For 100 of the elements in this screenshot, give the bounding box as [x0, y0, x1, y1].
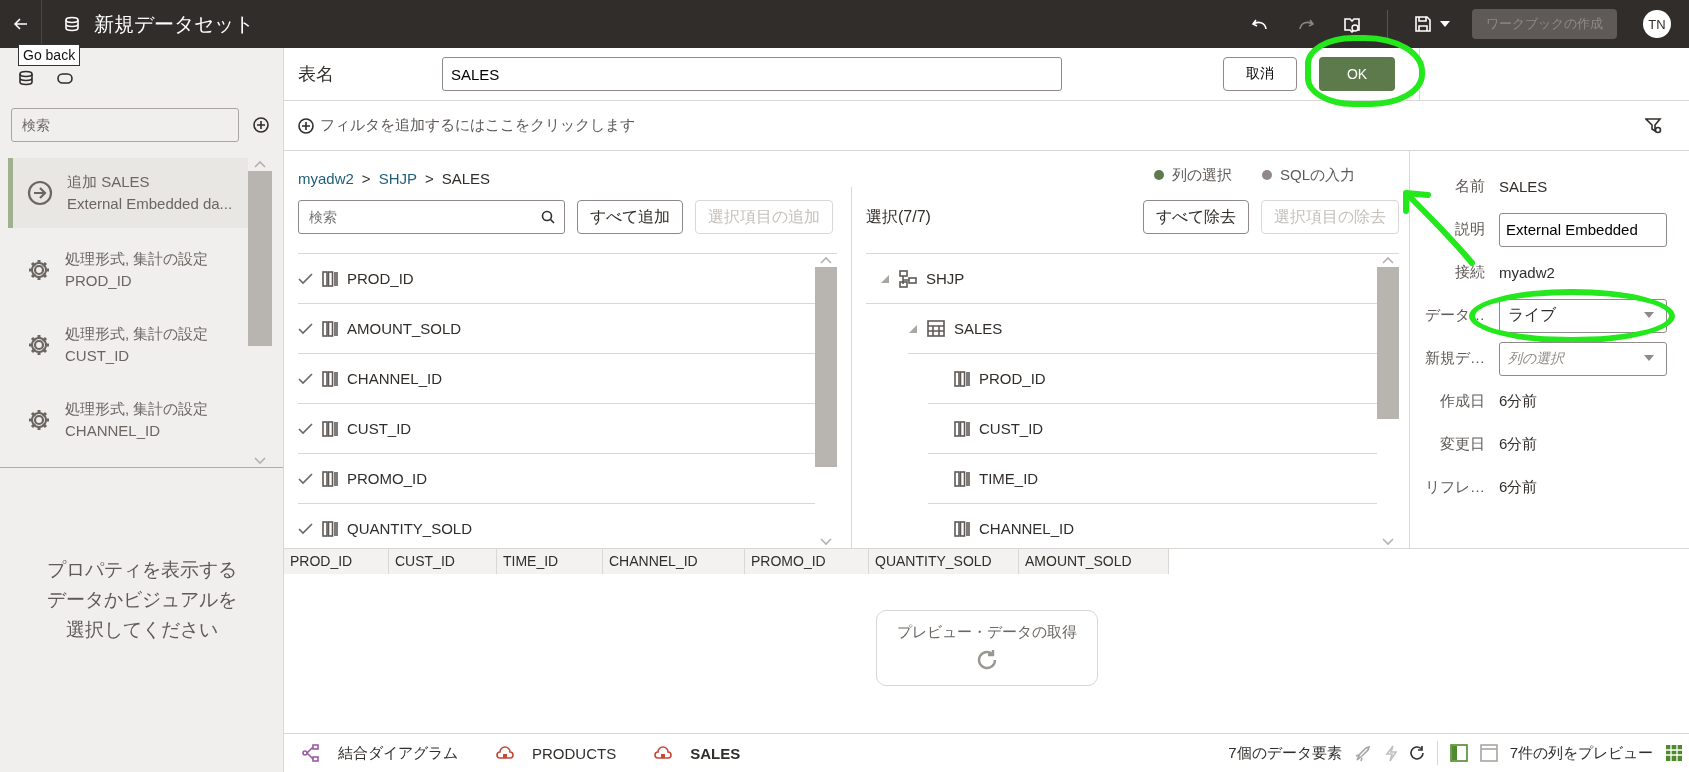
scrollbar-thumb[interactable] [1377, 267, 1399, 419]
refresh-icon[interactable] [1408, 745, 1425, 761]
breadcrumb-separator: > [361, 169, 371, 187]
column-name[interactable]: PROMO_ID [347, 470, 427, 487]
step-item[interactable]: 追加 SALES External Embedded da... [8, 158, 248, 228]
dropdown-field[interactable]: ライブ [1499, 298, 1667, 333]
scrollbar-thumb[interactable] [248, 171, 272, 346]
property-label: 名前 [1454, 177, 1486, 196]
column-icon [954, 520, 970, 537]
rocket-icon[interactable] [1353, 744, 1371, 762]
expand-triangle-icon[interactable] [908, 323, 918, 334]
bottom-tab[interactable]: PRODUCTS [496, 743, 647, 763]
schema-icon [899, 269, 917, 288]
field-label: 表名 [298, 63, 335, 86]
dropdown-field[interactable]: 列の選択 [1499, 341, 1667, 376]
user-avatar[interactable]: TN [1643, 10, 1671, 38]
table-name-field[interactable]: SALES [442, 57, 1062, 91]
checkmark-icon[interactable] [298, 322, 313, 335]
mode-label[interactable]: 列の選択 [1172, 165, 1232, 185]
search-field[interactable]: 検索 [298, 200, 565, 234]
search-field[interactable]: 検索 [11, 108, 239, 142]
gear-icon [27, 257, 51, 282]
preview-count: 7件の列をプレビュー [1509, 743, 1653, 763]
column-name[interactable]: CHANNEL_ID [979, 520, 1075, 537]
checkmark-icon[interactable] [298, 472, 313, 485]
column-name[interactable]: PROD_ID [979, 370, 1046, 387]
checkmark-icon[interactable] [298, 422, 313, 435]
ok-button[interactable]: OK [1319, 57, 1395, 91]
step-subtitle: PROD_ID [65, 270, 133, 291]
column-header[interactable]: CHANNEL_ID [603, 549, 745, 574]
bottom-tab[interactable]: 結合ダイアグラム [302, 743, 488, 763]
empty-message: プロパティを表示するデータかビジュアルを選択してください [45, 558, 238, 642]
capsule-icon[interactable] [56, 70, 74, 87]
checkmark-icon[interactable] [298, 272, 313, 285]
undo-icon[interactable] [1251, 17, 1269, 31]
add-icon[interactable] [253, 117, 269, 133]
description-field[interactable]: External Embedded [1499, 212, 1667, 247]
column-icon [322, 270, 338, 287]
checkmark-icon[interactable] [298, 522, 313, 535]
add-filter-button[interactable]: フィルタを追加するにはここをクリックします [298, 116, 635, 135]
element-count: 7個のデータ要素 [1228, 743, 1342, 763]
filter-icon[interactable] [1645, 116, 1663, 135]
panel-icon[interactable] [1449, 744, 1468, 762]
table-name[interactable]: SALES [954, 320, 1003, 337]
column-name[interactable]: CUST_ID [347, 420, 412, 437]
add-icon [298, 117, 314, 134]
column-header[interactable]: CUST_ID [389, 549, 497, 574]
step-title: 追加 SALES [67, 172, 151, 192]
redo-icon[interactable] [1297, 17, 1315, 31]
cancel-button[interactable]: 取消 [1223, 57, 1297, 91]
table-icon [927, 320, 945, 337]
step-title: 処理形式, 集計の設定 [65, 323, 209, 344]
scrollbar-thumb[interactable] [815, 267, 837, 467]
fetch-preview-button[interactable]: プレビュー・データの取得 [875, 609, 1098, 686]
step-item[interactable]: 処理形式, 集計の設定 CUST_ID [8, 307, 248, 382]
save-icon[interactable] [1414, 15, 1432, 33]
breadcrumb-separator: > [424, 169, 434, 187]
column-icon [954, 470, 970, 487]
expand-triangle-icon[interactable] [880, 273, 890, 284]
remove-all-button[interactable]: すべて除去 [1143, 200, 1249, 234]
column-name[interactable]: QUANTITY_SOLD [347, 520, 473, 537]
column-name[interactable]: CUST_ID [979, 420, 1044, 437]
property-label: 作成日 [1439, 392, 1486, 411]
gear-icon [27, 332, 51, 357]
column-name[interactable]: CHANNEL_ID [347, 370, 443, 387]
property-label: リフレ… [1424, 478, 1486, 497]
add-all-button[interactable]: すべて追加 [577, 200, 683, 234]
radio-dot[interactable] [1262, 170, 1272, 180]
cloud-icon [654, 745, 673, 761]
step-item[interactable]: 処理形式, 集計の設定 CHANNEL_ID [8, 382, 248, 457]
column-name[interactable]: TIME_ID [979, 470, 1039, 487]
column-icon [322, 320, 338, 337]
search-icon[interactable] [541, 210, 555, 224]
checkmark-icon[interactable] [298, 372, 313, 385]
property-value: SALES [1499, 178, 1548, 195]
column-header[interactable]: PROD_ID [284, 549, 389, 574]
step-item[interactable]: 処理形式, 集計の設定 PROD_ID [8, 232, 248, 307]
column-icon [322, 520, 338, 537]
column-header[interactable]: TIME_ID [497, 549, 603, 574]
step-title: 処理形式, 集計の設定 [65, 398, 209, 419]
column-icon [322, 370, 338, 387]
column-header[interactable]: PROMO_ID [745, 549, 869, 574]
breadcrumb-link[interactable]: SHJP [378, 169, 417, 187]
column-name[interactable]: AMOUNT_SOLD [347, 320, 462, 337]
property-value: myadw2 [1499, 264, 1555, 281]
database-icon[interactable] [18, 70, 34, 87]
book-icon[interactable] [1343, 15, 1361, 33]
breadcrumb-link[interactable]: myadw2 [298, 169, 354, 187]
grid-icon[interactable] [1665, 744, 1683, 762]
schema-name[interactable]: SHJP [926, 270, 965, 287]
radio-dot[interactable] [1154, 170, 1164, 180]
column-header[interactable]: AMOUNT_SOLD [1019, 549, 1169, 574]
mode-label[interactable]: SQLの入力 [1280, 165, 1355, 185]
caret-icon[interactable] [1440, 21, 1450, 27]
property-label: 接続 [1454, 263, 1486, 282]
breadcrumb-current: SALES [441, 169, 491, 187]
bottom-tab[interactable]: SALES [654, 743, 771, 763]
gear-icon [27, 407, 51, 432]
column-header[interactable]: QUANTITY_SOLD [869, 549, 1019, 574]
column-name[interactable]: PROD_ID [347, 270, 414, 287]
